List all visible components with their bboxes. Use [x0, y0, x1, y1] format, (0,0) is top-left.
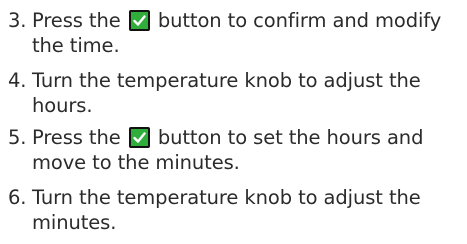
check-button-icon: [128, 127, 150, 148]
check-mark-icon: [133, 132, 146, 143]
step-text: Press the button to set the hours and mo…: [8, 125, 458, 175]
step-number: 5.: [8, 126, 27, 149]
step-6: 6. Turn the temperature knob to adjust t…: [8, 185, 458, 235]
step-5: 5. Press the button to set the hours and…: [8, 125, 458, 175]
step-3: 3. Press the button to confirm and modif…: [8, 8, 458, 58]
check-button-icon: [128, 10, 150, 31]
step-number: 6.: [8, 186, 27, 209]
step-text-before: Press the: [32, 126, 121, 149]
step-text: Turn the temperature knob to adjust the …: [32, 186, 421, 234]
step-text-before: Press the: [32, 9, 121, 32]
step-number: 4.: [8, 69, 27, 92]
step-4: 4. Turn the temperature knob to adjust t…: [8, 68, 458, 118]
step-text: Press the button to confirm and modify t…: [8, 8, 458, 58]
check-mark-icon: [133, 15, 146, 26]
step-text: Turn the temperature knob to adjust the …: [32, 69, 421, 117]
step-number: 3.: [8, 9, 27, 32]
